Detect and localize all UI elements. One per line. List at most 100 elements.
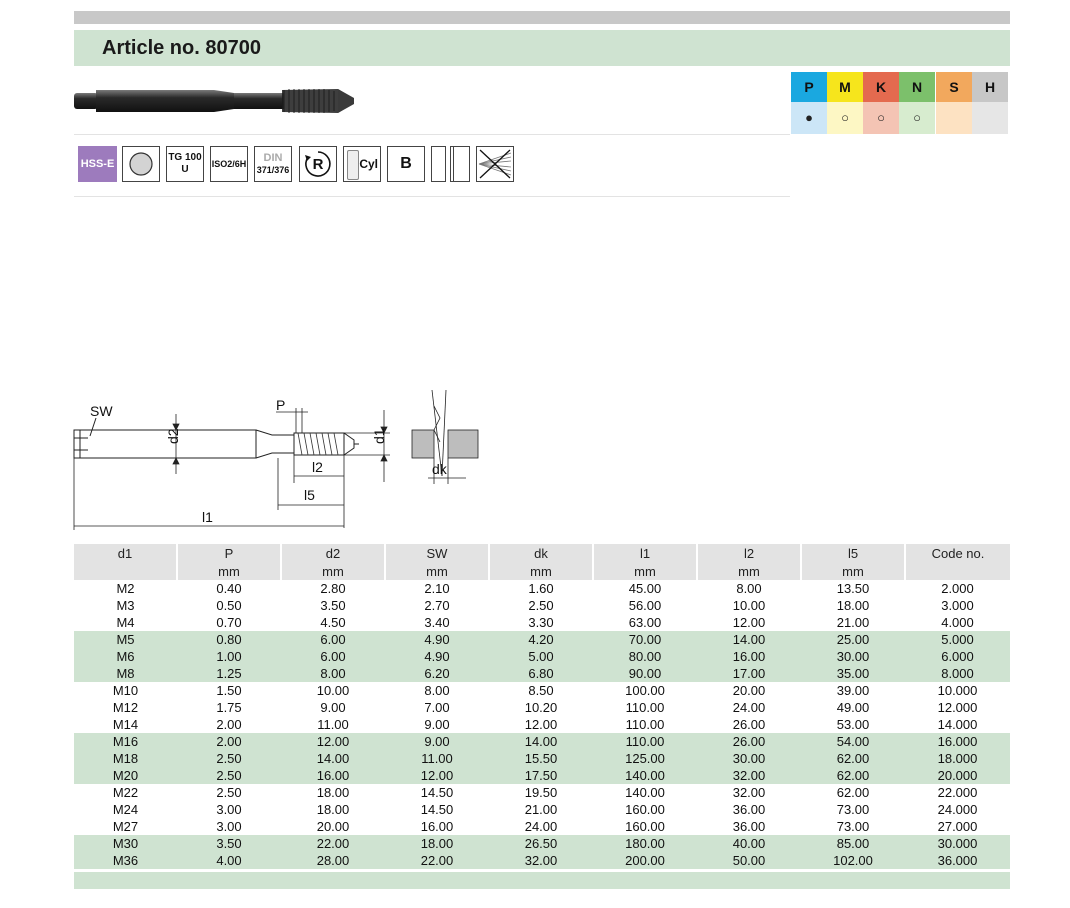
table-cell: 39.00	[836, 683, 870, 698]
table-cell: 4.50	[320, 615, 346, 630]
table-cell: 102.00	[801, 852, 905, 869]
table-cell: 21.00	[524, 802, 558, 817]
table-cell: M22	[112, 785, 139, 800]
material-col-n: N ○	[899, 72, 935, 134]
table-cell: 16.000	[905, 733, 1010, 750]
table-cell: 180.00	[593, 835, 697, 852]
label-l1: l1	[202, 509, 213, 525]
table-cell: M6	[74, 648, 177, 665]
table-cell: 22.00	[385, 852, 489, 869]
table-cell: 7.00	[424, 700, 450, 715]
table-cell: 9.00	[424, 717, 450, 732]
table-cell: 4.20	[489, 631, 593, 648]
table-cell: 32.00	[489, 852, 593, 869]
title-bar: Article no. 80700	[74, 30, 1010, 66]
table-cell: 4.90	[385, 648, 489, 665]
table-cell: 21.00	[836, 615, 870, 630]
table-cell: 10.00	[732, 598, 766, 613]
table-cell: 22.00	[281, 835, 385, 852]
header-p: Pmm	[176, 544, 281, 580]
separator-line	[74, 134, 790, 135]
header-sw: SW mm	[384, 544, 489, 580]
material-col-m: M ○	[827, 72, 863, 134]
table-cell: 16.00	[281, 767, 385, 784]
table-cell: 2.00	[177, 733, 281, 750]
technical-drawing: SW P d2 d1 l2 l5 l1 dk	[73, 389, 479, 530]
table-row: M20 2.50 16.00 12.00 17.50 140.00 32.00 62.00 20…	[74, 767, 1010, 784]
table-cell: 3.50	[320, 598, 346, 613]
header-code-no: Code no.	[904, 544, 1010, 580]
table-cell: 36.000	[905, 852, 1010, 869]
table-cell: 49.00	[836, 700, 870, 715]
tolerance-tg100-icon: TG 100 U	[166, 146, 204, 182]
table-row: M2 0.40 2.80 2.10 1.60 45.00 8.00 13.50 2.000	[74, 580, 1010, 597]
label-p: P	[276, 397, 285, 413]
table-cell: 160.00	[625, 802, 665, 817]
shank-shape-icon	[347, 150, 359, 180]
table-cell: 12.00	[524, 717, 558, 732]
material-p-header: P	[791, 72, 827, 102]
table-cell: 30.00	[801, 648, 905, 665]
material-m-suitability: ○	[827, 102, 863, 134]
r-letter: R	[313, 156, 324, 173]
table-cell: M36	[74, 852, 177, 869]
table-row: M16 2.00 12.00 9.00 14.00 110.00 26.00 54.00 16.…	[74, 733, 1010, 750]
table-row: M10 1.50 10.00 8.00 8.50 100.00 20.00 39.00 10.0…	[74, 682, 1010, 699]
table-cell: 0.40	[216, 581, 242, 596]
table-row: M14 2.00 11.00 9.00 12.00 110.00 26.00 53.00 14.…	[74, 716, 1010, 733]
table-cell: M10	[112, 683, 139, 698]
header-l5: l5 mm	[800, 544, 905, 580]
table-cell: 14.00	[697, 631, 801, 648]
table-cell: 3.40	[424, 615, 450, 630]
table-cell: 2.70	[424, 598, 450, 613]
table-cell: 36.00	[732, 819, 766, 834]
table-cell: 8.00	[736, 581, 762, 596]
table-cell: 2.50	[177, 767, 281, 784]
table-cell: 54.00	[801, 733, 905, 750]
table-cell: 40.00	[697, 835, 801, 852]
table-cell: 14.00	[281, 750, 385, 767]
table-cell: 5.00	[489, 648, 593, 665]
table-cell: 24.00	[732, 700, 766, 715]
material-col-s: S	[936, 72, 972, 134]
table-cell: M8	[74, 665, 177, 682]
material-n-suitability: ○	[899, 102, 935, 134]
table-cell: 20.000	[905, 767, 1010, 784]
table-cell: 12.00	[385, 767, 489, 784]
cylindrical-shank-icon: Cyl	[343, 146, 381, 182]
table-cell: 12.000	[937, 700, 978, 715]
table-cell: 20.00	[316, 819, 350, 834]
table-cell: 110.00	[593, 733, 697, 750]
label-d2: d2	[165, 428, 181, 444]
table-cell: 24.00	[524, 819, 558, 834]
table-cell: 30.00	[697, 750, 801, 767]
top-gray-bar	[74, 11, 1010, 24]
table-cell: 14.00	[489, 733, 593, 750]
table-cell: 6.00	[281, 648, 385, 665]
table-cell: 6.000	[905, 648, 1010, 665]
header-l2: l2 mm	[696, 544, 801, 580]
table-cell: 17.00	[697, 665, 801, 682]
table-cell: 2.80	[320, 581, 346, 596]
header-l1: l1 mm	[592, 544, 697, 580]
table-cell: 18.00	[836, 598, 870, 613]
table-row: M6 1.00 6.00 4.90 5.00 80.00 16.00 30.00 6.000	[74, 648, 1010, 665]
table-row: M8 1.25 8.00 6.20 6.80 90.00 17.00 35.00 8.000	[74, 665, 1010, 682]
table-cell: 28.00	[281, 852, 385, 869]
table-cell: 2.50	[216, 785, 242, 800]
material-k-header: K	[863, 72, 899, 102]
table-cell: 2.50	[528, 598, 554, 613]
blind-hole-icon	[450, 146, 470, 182]
table-cell: 6.00	[281, 631, 385, 648]
table-cell: M12	[112, 700, 139, 715]
table-cell: 6.80	[489, 665, 593, 682]
table-cell: 17.50	[489, 767, 593, 784]
table-cell: M24	[112, 802, 139, 817]
table-cell: M30	[74, 835, 177, 852]
table-cell: 73.00	[836, 819, 870, 834]
table-cell: 35.00	[801, 665, 905, 682]
header-d2: d2 mm	[280, 544, 385, 580]
table-cell: 32.00	[697, 767, 801, 784]
table-cell: 2.50	[177, 750, 281, 767]
table-cell: 100.00	[625, 683, 665, 698]
